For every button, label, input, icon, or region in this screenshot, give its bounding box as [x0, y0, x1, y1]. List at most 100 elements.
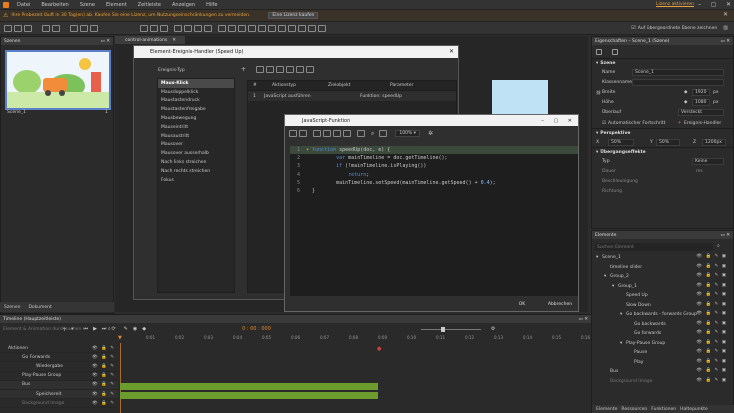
timeline-track[interactable]: Aktionen 👁 🔒 ✎	[0, 344, 118, 354]
group-tool-icon[interactable]	[278, 24, 286, 32]
move-down-icon[interactable]	[276, 66, 285, 73]
height-input[interactable]: 1080	[692, 99, 710, 107]
visibility-lock-icons[interactable]: 👁 🔒 ✎ ▣	[696, 349, 727, 354]
document-tab[interactable]: control-animations ✕	[115, 36, 185, 44]
zoom-slider[interactable]	[420, 326, 481, 332]
event-item[interactable]: Fokus	[158, 176, 234, 185]
timeline-search-input[interactable]: Element & Animation durchsuchen	[3, 327, 81, 332]
track-visibility-icons[interactable]: 👁 🔒 ✎	[92, 392, 115, 397]
redo-icon[interactable]	[52, 24, 60, 32]
event-item[interactable]: Nach rechts streichen	[158, 167, 234, 176]
element-tree-item[interactable]: Go backwards 👁 🔒 ✎ ▣	[592, 320, 734, 330]
search-icon[interactable]: ⌕	[371, 130, 374, 138]
element-search-icon[interactable]: ⌕	[717, 243, 720, 249]
text-tool-icon[interactable]	[218, 24, 226, 32]
code-editor[interactable]: 1 ▾ function speedUp(doc, e) {2 var mainT…	[290, 146, 578, 296]
svg-tool-icon[interactable]	[268, 24, 276, 32]
track-visibility-icons[interactable]: 👁 🔒 ✎	[92, 373, 115, 378]
timecode[interactable]: 0 : 00 : 000	[242, 326, 271, 332]
code-line[interactable]: 1 ▾ function speedUp(doc, e) {	[290, 146, 578, 155]
panel-menu-icon[interactable]: ▭ ✕	[721, 39, 730, 44]
edit-icon[interactable]: ✎	[124, 326, 128, 332]
record-icon[interactable]: ◉	[133, 326, 137, 332]
paste-icon[interactable]	[333, 130, 341, 137]
layout-icon[interactable]: ▥	[723, 25, 728, 31]
visibility-lock-icons[interactable]: 👁 🔒 ✎ ▣	[696, 368, 727, 373]
paste-action-icon[interactable]	[296, 66, 305, 73]
event-handler-link[interactable]: Ereignis-Handler	[684, 121, 721, 126]
width-stepper[interactable]: ◆	[684, 90, 687, 95]
panel-menu-icon[interactable]: ▭ ✕	[721, 233, 730, 238]
timeline-ruler[interactable]: 0:01 0:02 0:03 0:04 0:05 0:06 0:07 0:08 0:09 0:10…	[118, 335, 590, 343]
select-tool-icon[interactable]	[140, 24, 148, 32]
keyframe-marker[interactable]: ●	[377, 346, 381, 352]
cancel-button[interactable]: Abbrechen	[544, 300, 576, 309]
delete-action-icon[interactable]	[306, 66, 315, 73]
minimize-icon[interactable]: –	[698, 1, 701, 8]
element-tree-item[interactable]: Pause 👁 🔒 ✎ ▣	[592, 348, 734, 358]
event-item[interactable]: Mausover	[158, 141, 234, 150]
timeline-track[interactable]: Bus 👁 🔒 ✎	[0, 380, 118, 390]
mask-tool-icon[interactable]	[298, 24, 306, 32]
timeline-track[interactable]: Play-Pause Group 👁 🔒 ✎	[0, 372, 118, 381]
event-item[interactable]: Nach links streichen	[158, 158, 234, 167]
section-perspective[interactable]: ▾ Perspektive	[592, 128, 733, 137]
event-item[interactable]: Mausdoppelklick	[158, 88, 234, 97]
tab-functions[interactable]: Funktionen	[651, 407, 676, 412]
element-search-input[interactable]: Suchen Element	[595, 243, 713, 251]
element-tree-item[interactable]: Go forwards 👁 🔒 ✎ ▣	[592, 329, 734, 339]
cut-icon[interactable]	[313, 130, 321, 137]
zoom-select[interactable]: 100% ▾	[395, 130, 420, 137]
ellipse-tool-icon[interactable]	[184, 24, 192, 32]
properties-tab-icon[interactable]	[596, 48, 602, 55]
maximize-icon[interactable]: ▢	[553, 118, 558, 124]
event-dialog-titlebar[interactable]: Element-Ereignis-Handler (Speed Up) ✕	[134, 46, 458, 58]
link-size-icon[interactable]: ⛓	[596, 90, 601, 95]
close-banner-icon[interactable]: ✕	[723, 11, 728, 18]
scene-thumbnail[interactable]	[5, 50, 111, 110]
image-tool-icon[interactable]	[228, 24, 236, 32]
event-item[interactable]: Mausbewegung	[158, 114, 234, 123]
ok-button[interactable]: OK	[511, 300, 533, 309]
track-visibility-icons[interactable]: 👁 🔒 ✎	[92, 382, 115, 387]
tab-elements[interactable]: Elemente	[596, 407, 617, 412]
tab-resources[interactable]: Ressourcen	[621, 407, 647, 412]
menu-timeline[interactable]: Zeitleiste	[138, 2, 161, 8]
height-stepper[interactable]: ◆	[684, 100, 687, 105]
table-row[interactable]: 1 JavaScript ausführen Funktion: speedUp	[248, 91, 456, 101]
event-item[interactable]: Maustastenfreigabe	[158, 105, 234, 114]
polygon-tool-icon[interactable]	[194, 24, 202, 32]
actions-tab-icon[interactable]	[612, 48, 618, 55]
delete-icon[interactable]	[343, 130, 351, 137]
element-tree-item[interactable]: ▾ Group_2 👁 🔒 ✎ ▣	[592, 272, 734, 282]
menu-view[interactable]: Anzeigen	[172, 2, 195, 8]
element-tree-item[interactable]: Slow Down 👁 🔒 ✎ ▣	[592, 301, 734, 311]
element-tree-item[interactable]: Bus 👁 🔒 ✎ ▣	[592, 367, 734, 377]
element-tree-item[interactable]: Play 👁 🔒 ✎ ▣	[592, 358, 734, 368]
visibility-lock-icons[interactable]: 👁 🔒 ✎ ▣	[696, 292, 727, 297]
timeline-track[interactable]: Wiedergabe 👁 🔒 ✎	[0, 362, 118, 372]
buy-license-button[interactable]: Eine Lizenz kaufen	[268, 12, 319, 19]
add-action-icon[interactable]: +	[241, 66, 246, 73]
minimize-icon[interactable]: –	[541, 118, 544, 124]
undo-icon[interactable]	[42, 24, 50, 32]
next-icon[interactable]: ⏭	[102, 326, 107, 332]
section-transition[interactable]: ▾ Übergangseffekte	[592, 147, 733, 156]
replace-icon[interactable]	[379, 130, 388, 137]
timeline-prev-icon[interactable]: ⏮	[84, 326, 89, 332]
keyframe-icon[interactable]: ◆	[142, 326, 146, 332]
visibility-lock-icons[interactable]: 👁 🔒 ✎ ▣	[696, 330, 727, 335]
name-input[interactable]: Scene_1	[632, 68, 724, 76]
menu-edit[interactable]: Bearbeiten	[41, 2, 68, 8]
save-icon[interactable]	[24, 24, 32, 32]
panel-menu-icon[interactable]: ▭ ✕	[579, 317, 588, 322]
track-visibility-icons[interactable]: 👁 🔒 ✎	[92, 364, 115, 369]
visibility-lock-icons[interactable]: 👁 🔒 ✎ ▣	[696, 378, 727, 383]
element-tree-item[interactable]: Speed Up 👁 🔒 ✎ ▣	[592, 291, 734, 301]
menu-file[interactable]: Datei	[17, 2, 30, 8]
visibility-lock-icons[interactable]: 👁 🔒 ✎ ▣	[696, 321, 727, 326]
event-item[interactable]: Mausover ausserhalb	[158, 149, 234, 158]
visibility-lock-icons[interactable]: 👁 🔒 ✎ ▣	[696, 254, 727, 259]
overflow-select[interactable]: Versteckt	[678, 109, 724, 117]
speed-animation-bar[interactable]	[120, 392, 378, 399]
